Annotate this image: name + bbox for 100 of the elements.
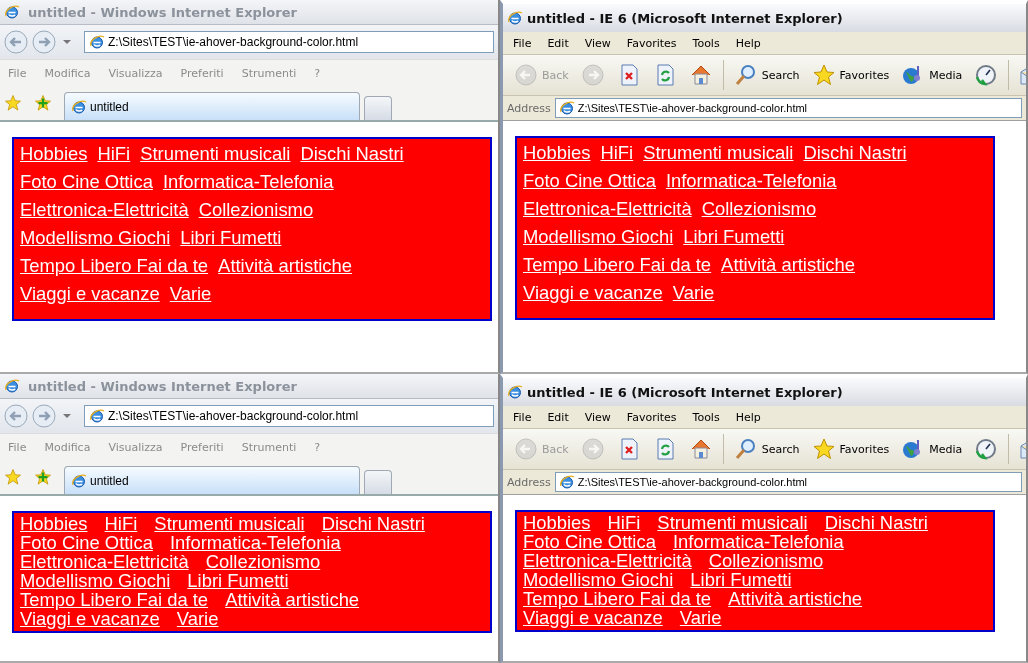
- menu-item[interactable]: Preferiti: [180, 66, 224, 80]
- caret-icon[interactable]: [62, 39, 72, 45]
- link[interactable]: Foto Cine Ottica: [20, 173, 153, 191]
- link[interactable]: Strumenti musicali: [154, 513, 305, 534]
- link[interactable]: Dischi Nastri: [803, 144, 907, 162]
- link[interactable]: Elettronica-Elettricità: [523, 550, 692, 571]
- link[interactable]: Elettronica-Elettricità: [20, 551, 189, 572]
- caret-icon[interactable]: [62, 413, 72, 419]
- new-tab-button[interactable]: [364, 96, 392, 120]
- media-button[interactable]: Media: [896, 433, 968, 465]
- star-plus-icon[interactable]: [34, 468, 52, 486]
- link[interactable]: Attività artistiche: [225, 589, 360, 610]
- menu-item[interactable]: Favorites: [620, 410, 683, 424]
- link[interactable]: Varie: [169, 285, 212, 303]
- back-button[interactable]: [4, 30, 28, 54]
- link[interactable]: Tempo Libero Fai da te: [20, 589, 209, 610]
- search-button[interactable]: Search: [728, 433, 805, 465]
- link[interactable]: Hobbies: [20, 145, 88, 163]
- menu-item[interactable]: Strumenti: [241, 440, 297, 454]
- search-button[interactable]: Search: [728, 59, 805, 91]
- link[interactable]: Collezionismo: [198, 201, 314, 219]
- link[interactable]: Strumenti musicali: [643, 144, 794, 162]
- new-tab-button[interactable]: [364, 470, 392, 494]
- menu-item[interactable]: Favorites: [620, 36, 683, 50]
- menu-item[interactable]: File: [8, 66, 27, 80]
- menu-item[interactable]: Preferiti: [180, 440, 224, 454]
- menu-item[interactable]: Visualizza: [108, 440, 163, 454]
- menu-item[interactable]: Visualizza: [108, 66, 163, 80]
- menu-item[interactable]: Help: [729, 410, 767, 424]
- link[interactable]: Libri Fumetti: [180, 229, 282, 247]
- menu-item[interactable]: Modifica: [44, 66, 91, 80]
- tab[interactable]: untitled: [64, 466, 360, 494]
- link[interactable]: Informatica-Telefonia: [672, 531, 844, 552]
- link[interactable]: Collezionismo: [708, 550, 824, 571]
- link[interactable]: Modellismo Giochi: [20, 570, 171, 591]
- menu-item[interactable]: File: [507, 410, 538, 424]
- link[interactable]: Tempo Libero Fai da te: [523, 588, 712, 609]
- link[interactable]: Varie: [672, 284, 715, 302]
- star-icon[interactable]: [4, 468, 22, 486]
- link[interactable]: Dischi Nastri: [321, 513, 425, 534]
- media-button[interactable]: Media: [896, 59, 968, 91]
- link[interactable]: Tempo Libero Fai da te: [20, 257, 209, 275]
- link[interactable]: Elettronica-Elettricità: [523, 200, 692, 218]
- link[interactable]: Foto Cine Ottica: [523, 172, 656, 190]
- link[interactable]: Varie: [679, 607, 722, 628]
- link[interactable]: Hobbies: [523, 512, 591, 533]
- menu-item[interactable]: Tools: [686, 410, 726, 424]
- favorites-button[interactable]: Favorites: [806, 433, 895, 465]
- menu-item[interactable]: File: [8, 440, 27, 454]
- menu-item[interactable]: Strumenti: [241, 66, 297, 80]
- link[interactable]: Strumenti musicali: [140, 145, 291, 163]
- link[interactable]: Foto Cine Ottica: [523, 531, 656, 552]
- menu-item[interactable]: View: [578, 410, 617, 424]
- back-button[interactable]: [4, 404, 28, 428]
- link[interactable]: Dischi Nastri: [300, 145, 404, 163]
- link[interactable]: HiFi: [600, 144, 634, 162]
- link[interactable]: Collezionismo: [205, 551, 321, 572]
- menu-item[interactable]: Edit: [541, 410, 575, 424]
- address-field[interactable]: Z:\Sites\TEST\ie-ahover-background-color.html: [84, 405, 494, 427]
- link[interactable]: Collezionismo: [701, 200, 817, 218]
- link[interactable]: HiFi: [607, 512, 641, 533]
- link[interactable]: Modellismo Giochi: [20, 229, 171, 247]
- link[interactable]: Informatica-Telefonia: [169, 532, 341, 553]
- star-icon[interactable]: [4, 94, 22, 112]
- address-field[interactable]: Z:\Sites\TEST\ie-ahover-background-color.html: [554, 98, 1022, 118]
- link[interactable]: Viaggi e vacanze: [523, 284, 663, 302]
- star-plus-icon[interactable]: [34, 94, 52, 112]
- link[interactable]: Tempo Libero Fai da te: [523, 256, 712, 274]
- address-field[interactable]: Z:\Sites\TEST\ie-ahover-background-color.html: [554, 472, 1022, 492]
- link[interactable]: Informatica-Telefonia: [665, 172, 837, 190]
- menu-item[interactable]: Help: [729, 36, 767, 50]
- favorites-button[interactable]: Favorites: [806, 59, 895, 91]
- link[interactable]: Modellismo Giochi: [523, 228, 674, 246]
- link[interactable]: Modellismo Giochi: [523, 569, 674, 590]
- link[interactable]: HiFi: [104, 513, 138, 534]
- menu-item[interactable]: Modifica: [44, 440, 91, 454]
- link[interactable]: Viaggi e vacanze: [20, 285, 160, 303]
- menu-item[interactable]: ?: [314, 440, 321, 454]
- link[interactable]: Hobbies: [523, 144, 591, 162]
- menu-item[interactable]: Tools: [686, 36, 726, 50]
- menu-item[interactable]: ?: [314, 66, 321, 80]
- forward-button[interactable]: [32, 30, 56, 54]
- forward-button[interactable]: [32, 404, 56, 428]
- menu-item[interactable]: Edit: [541, 36, 575, 50]
- link[interactable]: HiFi: [97, 145, 131, 163]
- link[interactable]: Foto Cine Ottica: [20, 532, 153, 553]
- address-field[interactable]: Z:\Sites\TEST\ie-ahover-background-color.html: [84, 31, 494, 53]
- link[interactable]: Strumenti musicali: [657, 512, 808, 533]
- link[interactable]: Attività artistiche: [721, 256, 855, 274]
- menu-item[interactable]: View: [578, 36, 617, 50]
- link[interactable]: Varie: [176, 608, 219, 629]
- link[interactable]: Libri Fumetti: [683, 228, 785, 246]
- link[interactable]: Hobbies: [20, 513, 88, 534]
- link[interactable]: Attività artistiche: [218, 257, 352, 275]
- tab[interactable]: untitled: [64, 92, 360, 120]
- link[interactable]: Elettronica-Elettricità: [20, 201, 189, 219]
- link[interactable]: Dischi Nastri: [824, 512, 928, 533]
- link[interactable]: Libri Fumetti: [187, 570, 289, 591]
- menu-item[interactable]: File: [507, 36, 538, 50]
- link[interactable]: Libri Fumetti: [690, 569, 792, 590]
